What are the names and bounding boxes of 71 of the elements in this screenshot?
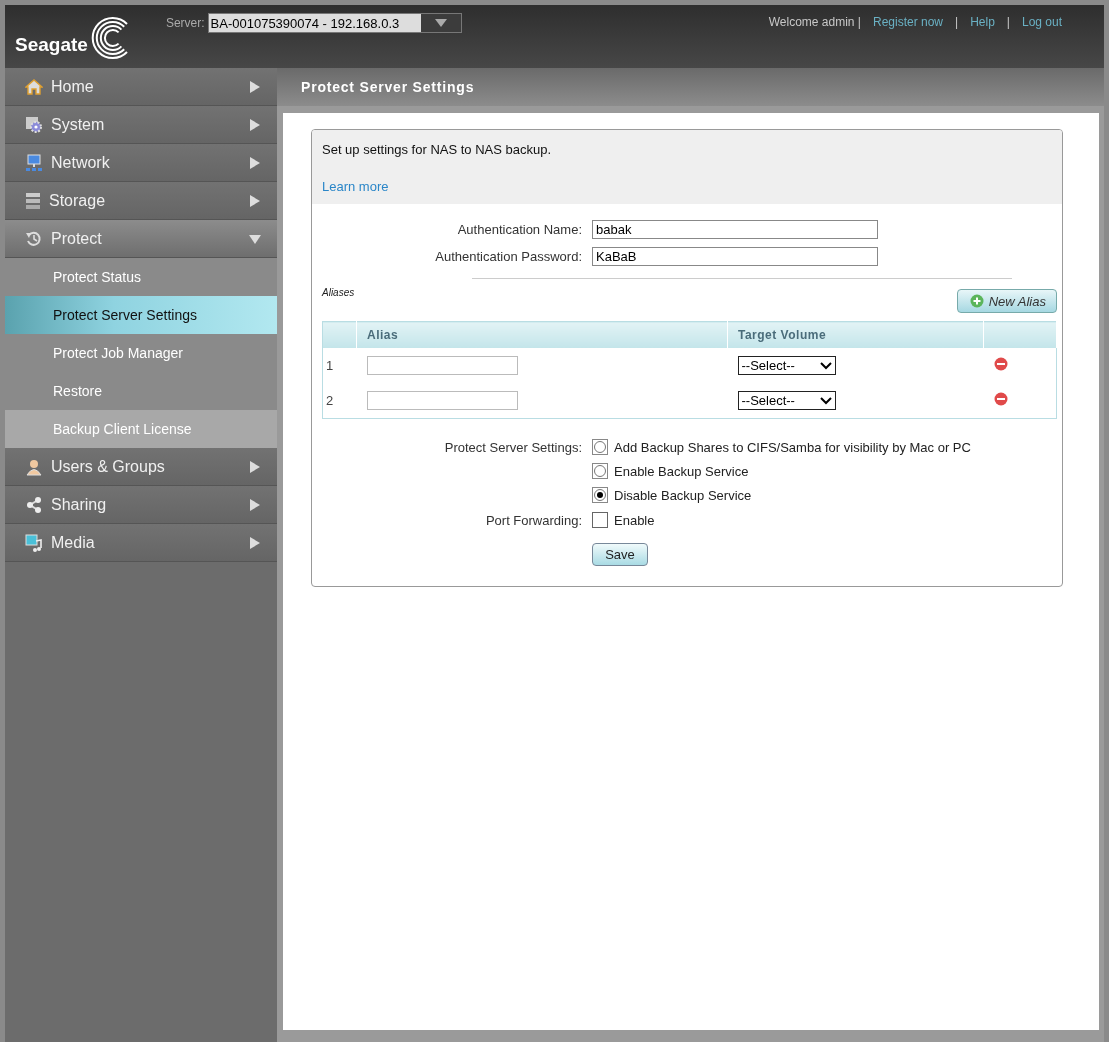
page-title: Protect Server Settings (301, 79, 475, 95)
network-icon (25, 153, 43, 172)
radio-button[interactable] (592, 439, 608, 455)
text-field[interactable]: babak (592, 220, 878, 239)
share-icon (25, 495, 43, 514)
new-alias-button[interactable]: New Alias (956, 289, 1057, 313)
radio-button[interactable] (592, 487, 608, 503)
chevron-down-icon (819, 396, 832, 405)
alias-field[interactable] (366, 356, 518, 375)
field-label: Authentication Password: (434, 249, 582, 264)
history-icon (25, 229, 43, 248)
alias-field[interactable] (366, 391, 518, 410)
nav-subitem[interactable]: Protect Job Manager (5, 334, 277, 372)
row-number: 1 (326, 358, 334, 373)
intro-text: Set up settings for NAS to NAS backup. (322, 142, 553, 157)
row-number: 2 (326, 393, 334, 408)
server-select[interactable]: BA-001075390074 - 192.168.0.3 (207, 13, 462, 33)
nav-item[interactable]: Protect (5, 220, 277, 258)
media-icon (25, 533, 43, 552)
option-label: Disable Backup Service (614, 487, 752, 503)
volume-select[interactable]: --Select-- (737, 391, 836, 410)
logo: Seagate (15, 17, 136, 59)
remove-icon[interactable] (993, 392, 1008, 406)
nav-item[interactable]: System (5, 106, 277, 144)
caret-right-icon (249, 536, 261, 549)
nav-item[interactable]: Users & Groups (5, 448, 277, 486)
header-link[interactable]: Register now (873, 15, 943, 29)
remove-icon[interactable] (993, 357, 1008, 371)
field-label: Protect Server Settings: (443, 439, 582, 455)
volume-select[interactable]: --Select-- (737, 356, 836, 375)
field-label: Authentication Name: (456, 222, 582, 237)
header-link[interactable]: Log out (1021, 15, 1062, 29)
caret-right-icon (249, 80, 261, 93)
users-icon (25, 457, 43, 476)
nav-subitem[interactable]: Restore (5, 372, 277, 410)
save-button[interactable]: Save (592, 543, 648, 566)
header-text: Welcome admin | (768, 15, 861, 29)
column-header: Target Volume (727, 321, 984, 348)
caret-down-icon (434, 19, 447, 27)
header-text: | (1006, 15, 1010, 29)
nav-subitem[interactable]: Protect Server Settings (5, 296, 277, 334)
gear-icon (25, 115, 43, 134)
header-link[interactable]: Help (970, 15, 995, 29)
caret-right-icon (249, 118, 261, 131)
column-header: Alias (356, 321, 728, 348)
database-icon (25, 191, 41, 210)
section-label: Aliases (322, 287, 355, 298)
field-label: Port Forwarding: (484, 512, 582, 528)
chevron-down-icon (819, 361, 832, 370)
nav-item[interactable]: Media (5, 524, 277, 562)
plus-icon (969, 294, 984, 308)
house-icon (25, 78, 43, 95)
option-label: Enable (614, 512, 655, 528)
nav-subitem[interactable]: Protect Status (5, 258, 277, 296)
server-label: Server: (165, 16, 205, 30)
option-label: Add Backup Shares to CIFS/Samba for visibility by Mac or PC (614, 439, 971, 455)
caret-right-icon (249, 156, 261, 169)
nav-item[interactable]: Home (5, 68, 277, 106)
caret-right-icon (249, 460, 261, 473)
caret-right-icon (249, 194, 261, 207)
checkbox[interactable] (592, 512, 608, 528)
caret-down-icon (249, 232, 261, 245)
text-field[interactable]: KaBaB (592, 247, 878, 266)
caret-right-icon (249, 498, 261, 511)
option-label: Enable Backup Service (614, 463, 749, 479)
learn-more-link[interactable]: Learn more (322, 179, 389, 194)
header-text: | (955, 15, 959, 29)
nav-item[interactable]: Network (5, 144, 277, 182)
nav-item[interactable]: Sharing (5, 486, 277, 524)
radio-button[interactable] (592, 463, 608, 479)
nav-item[interactable]: Storage (5, 182, 277, 220)
